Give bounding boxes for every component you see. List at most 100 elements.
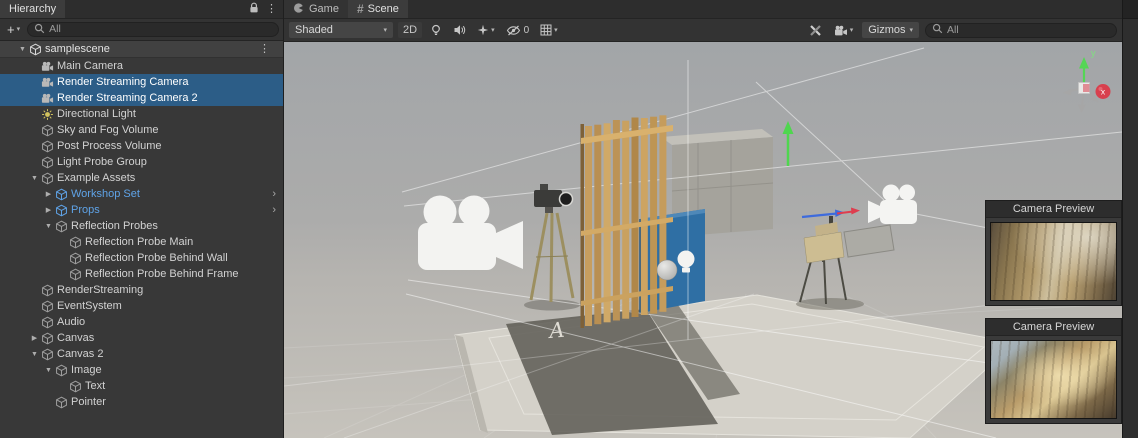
scene-tabbar: Game # Scene xyxy=(284,0,1122,19)
scene-icon xyxy=(29,43,42,56)
lightbulb-icon xyxy=(430,24,442,37)
prefab-open-chevron[interactable]: › xyxy=(272,189,276,200)
hierarchy-item[interactable]: ▶ Workshop Set › xyxy=(0,186,283,202)
hierarchy-item-label: Image xyxy=(71,364,102,376)
prefab-open-chevron[interactable]: › xyxy=(272,205,276,216)
scene-audio-toggle[interactable] xyxy=(450,24,469,36)
lock-icon[interactable] xyxy=(249,2,259,17)
foldout-arrow[interactable]: ▼ xyxy=(16,46,29,53)
hierarchy-item[interactable]: Pointer xyxy=(0,394,283,410)
prefab-cube-icon xyxy=(55,188,68,201)
gameobject-cube-icon xyxy=(41,332,54,345)
hierarchy-item[interactable]: EventSystem xyxy=(0,298,283,314)
hierarchy-item[interactable]: ▼Reflection Probes xyxy=(0,218,283,234)
foldout-arrow[interactable]: ▼ xyxy=(42,223,55,230)
hierarchy-item-label: Reflection Probe Behind Frame xyxy=(85,268,238,280)
scene-tools-button[interactable] xyxy=(806,24,825,37)
hierarchy-item[interactable]: Text xyxy=(0,378,283,394)
hierarchy-item[interactable]: Render Streaming Camera 2 xyxy=(0,90,283,106)
caret-down-icon: ▾ xyxy=(491,27,495,34)
gizmos-dropdown[interactable]: Gizmos ▾ xyxy=(862,22,919,38)
hierarchy-item[interactable]: ▼ Image xyxy=(0,362,283,378)
scene-viewport[interactable]: A y x xyxy=(284,42,1122,438)
hierarchy-item-label: Post Process Volume xyxy=(57,140,162,152)
scene-search-input[interactable]: All xyxy=(925,23,1117,38)
hierarchy-item-label: Directional Light xyxy=(57,108,136,120)
hierarchy-item-label: Workshop Set xyxy=(71,188,140,200)
game-tab-icon xyxy=(293,2,305,17)
hierarchy-item[interactable]: ▼Canvas 2 xyxy=(0,346,283,362)
hierarchy-menu-icon[interactable]: ⋮ xyxy=(266,4,277,15)
axis-y-label: y xyxy=(1091,48,1096,58)
hidden-count: 0 xyxy=(524,25,530,36)
scene-search-text: All xyxy=(947,25,959,36)
hierarchy-item[interactable]: Reflection Probe Behind Frame xyxy=(0,266,283,282)
speaker-icon xyxy=(453,24,466,36)
hierarchy-item-label: Example Assets xyxy=(57,172,135,184)
docked-panel-edge xyxy=(1122,0,1138,438)
hidden-objects-toggle[interactable]: 0 xyxy=(503,25,533,36)
hierarchy-item[interactable]: Post Process Volume xyxy=(0,138,283,154)
camera-preview-panel-1: Camera Preview xyxy=(985,200,1122,306)
shading-mode-dropdown[interactable]: Shaded ▾ xyxy=(289,22,393,38)
caret-down-icon: ▾ xyxy=(383,27,387,34)
tab-game[interactable]: Game xyxy=(284,0,348,18)
hierarchy-item[interactable]: RenderStreaming xyxy=(0,282,283,298)
scene-lighting-toggle[interactable] xyxy=(427,24,445,37)
scene-menu-icon[interactable]: ⋮ xyxy=(259,44,270,55)
hierarchy-item[interactable]: Reflection Probe Behind Wall xyxy=(0,250,283,266)
scene-effects-dropdown[interactable]: ▾ xyxy=(474,24,498,36)
prefab-cube-icon xyxy=(55,204,68,217)
gameobject-cube-icon xyxy=(55,396,68,409)
grid-icon xyxy=(540,24,552,36)
light-icon xyxy=(41,108,54,121)
hierarchy-item[interactable]: Reflection Probe Main xyxy=(0,234,283,250)
hierarchy-item[interactable]: Sky and Fog Volume xyxy=(0,122,283,138)
hierarchy-item-label: Light Probe Group xyxy=(57,156,147,168)
tab-scene[interactable]: # Scene xyxy=(348,0,408,18)
foldout-arrow[interactable]: ▼ xyxy=(28,351,41,358)
hierarchy-search-input[interactable]: All xyxy=(27,22,279,37)
hierarchy-item-label: Props xyxy=(71,204,100,216)
hierarchy-item[interactable]: ▶Canvas xyxy=(0,330,283,346)
foldout-arrow[interactable]: ▶ xyxy=(42,207,55,214)
grid-visibility-dropdown[interactable]: ▾ xyxy=(537,24,561,36)
toggle-2d-button[interactable]: 2D xyxy=(398,22,422,38)
hierarchy-item-label: Render Streaming Camera xyxy=(57,76,188,88)
gameobject-cube-icon xyxy=(41,140,54,153)
camera-icon xyxy=(834,25,848,36)
hierarchy-item[interactable]: ▼ Example Assets xyxy=(0,170,283,186)
hierarchy-item[interactable]: Render Streaming Camera xyxy=(0,74,283,90)
caret-down-icon: ▾ xyxy=(17,26,21,33)
foldout-arrow[interactable]: ▶ xyxy=(42,191,55,198)
tab-hierarchy[interactable]: Hierarchy xyxy=(0,0,65,18)
reflection-probe-sphere[interactable] xyxy=(657,260,677,280)
hierarchy-item[interactable]: Audio xyxy=(0,314,283,330)
hierarchy-item[interactable]: Light Probe Group xyxy=(0,154,283,170)
camera-icon xyxy=(41,76,54,89)
foldout-arrow[interactable]: ▼ xyxy=(42,367,55,374)
hierarchy-tab-label: Hierarchy xyxy=(9,3,56,15)
create-object-button[interactable]: + ▾ xyxy=(4,23,23,36)
camera-preview-title: Camera Preview xyxy=(986,319,1121,336)
floor-letter-a: A xyxy=(546,318,565,343)
foldout-arrow[interactable]: ▶ xyxy=(28,335,41,342)
camera-preview-title: Camera Preview xyxy=(986,201,1121,218)
hierarchy-search-text: All xyxy=(49,24,61,35)
scene-view-toolbar: Shaded ▾ 2D ▾ 0 ▾ xyxy=(284,19,1122,42)
scene-header-row[interactable]: ▼ samplescene ⋮ xyxy=(0,41,283,58)
effects-sparkle-icon xyxy=(477,24,489,36)
scene-panel: Game # Scene Shaded ▾ 2D ▾ xyxy=(284,0,1122,438)
gameobject-cube-icon xyxy=(69,268,82,281)
hierarchy-toolbar: + ▾ All xyxy=(0,19,283,41)
hierarchy-tree: ▼ samplescene ⋮ Main Camera Render Stream… xyxy=(0,41,283,438)
hierarchy-item[interactable]: ▶ Props › xyxy=(0,202,283,218)
hierarchy-item-label: Audio xyxy=(57,316,85,328)
hierarchy-item[interactable]: Directional Light xyxy=(0,106,283,122)
scene-name-label: samplescene xyxy=(45,43,110,55)
hierarchy-item[interactable]: Main Camera xyxy=(0,58,283,74)
scene-camera-settings-dropdown[interactable]: ▾ xyxy=(831,25,857,36)
hierarchy-item-label: Pointer xyxy=(71,396,106,408)
foldout-arrow[interactable]: ▼ xyxy=(28,175,41,182)
hierarchy-item-label: Render Streaming Camera 2 xyxy=(57,92,198,104)
